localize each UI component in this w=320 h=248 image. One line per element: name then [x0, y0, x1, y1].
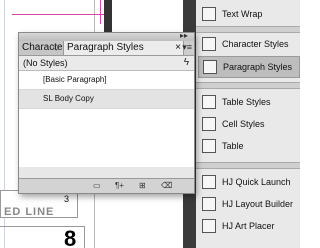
current-style-status: (No Styles) ϟ	[19, 56, 194, 71]
collapse-chevron-icon[interactable]: ▸▸	[180, 31, 188, 40]
text-wrap-icon	[202, 7, 216, 21]
panel-tabs: Characte ⬦ Paragraph Styles × ▾≡	[19, 41, 194, 56]
dock-item-label: Table	[222, 141, 244, 151]
frame-label: ED LINE	[4, 206, 55, 218]
dock-separator	[196, 162, 300, 169]
quick-apply-icon[interactable]: ϟ	[184, 56, 189, 70]
paragraph-styles-icon	[203, 60, 217, 74]
dock-item-hj-quick-launch[interactable]: HJ Quick Launch	[198, 172, 298, 192]
dock-item-character-styles[interactable]: Character Styles	[198, 34, 298, 54]
trash-icon[interactable]: ⌫	[161, 181, 172, 190]
tab-switch-icon: ⬦	[53, 42, 60, 52]
list-item[interactable]: SL Body Copy	[19, 90, 194, 109]
dock-item-label: HJ Layout Builder	[222, 199, 294, 209]
tab-paragraph-styles[interactable]: Paragraph Styles ×	[63, 41, 184, 55]
dock-item-label: HJ Quick Launch	[222, 177, 291, 187]
style-name: SL Body Copy	[43, 94, 94, 103]
folder-icon[interactable]: ▭	[93, 181, 101, 190]
panel-menu-icon[interactable]: ▾≡	[182, 42, 192, 53]
quick-launch-icon	[202, 175, 216, 189]
page-number: 8	[64, 226, 77, 248]
tab-label: Paragraph Styles	[67, 42, 144, 53]
panel-footer: ▭ ¶+ ⊞ ⌫	[19, 178, 194, 193]
dock-item-paragraph-styles[interactable]: Paragraph Styles	[198, 56, 300, 78]
paragraph-styles-panel[interactable]: ▸▸ Characte ⬦ Paragraph Styles × ▾≡ (No …	[18, 31, 195, 194]
character-styles-icon	[202, 37, 216, 51]
clear-overrides-icon[interactable]: ¶+	[115, 181, 124, 190]
table-icon	[202, 139, 216, 153]
close-icon[interactable]: ×	[175, 41, 181, 55]
dock-item-label: Paragraph Styles	[223, 62, 293, 72]
cell-styles-icon	[202, 117, 216, 131]
page-edge	[104, 0, 112, 34]
dock-item-label: HJ Art Placer	[222, 221, 275, 231]
style-list: [Basic Paragraph] SL Body Copy	[19, 71, 194, 167]
tab-character-styles[interactable]: Characte	[19, 41, 68, 55]
dock-item-cell-styles[interactable]: Cell Styles	[198, 114, 298, 134]
layout-builder-icon	[202, 197, 216, 211]
dock-item-hj-art-placer[interactable]: HJ Art Placer	[198, 216, 298, 236]
dock-item-label: Cell Styles	[222, 119, 265, 129]
dock-item-label: Table Styles	[222, 97, 271, 107]
dock-separator	[196, 82, 300, 89]
margin-guide	[100, 0, 101, 24]
dock-item-hj-layout-builder[interactable]: HJ Layout Builder	[198, 194, 298, 214]
status-text: (No Styles)	[23, 58, 68, 68]
panel-title-bar[interactable]: ▸▸	[19, 31, 194, 41]
margin-guide	[12, 14, 104, 15]
list-item[interactable]: [Basic Paragraph]	[19, 71, 194, 90]
art-placer-icon	[202, 219, 216, 233]
style-name: [Basic Paragraph]	[43, 75, 107, 84]
dock-item-label: Character Styles	[222, 39, 289, 49]
dock-separator	[196, 26, 300, 33]
table-styles-icon	[202, 95, 216, 109]
dock-item-table[interactable]: Table	[198, 136, 298, 156]
panel-dock: Text Wrap Character Styles Paragraph Sty…	[196, 0, 300, 248]
frame-number: 3	[64, 194, 70, 204]
new-style-icon[interactable]: ⊞	[139, 181, 146, 190]
dock-item-table-styles[interactable]: Table Styles	[198, 92, 298, 112]
dock-item-label: Text Wrap	[222, 9, 263, 19]
dock-item-text-wrap[interactable]: Text Wrap	[198, 4, 298, 24]
